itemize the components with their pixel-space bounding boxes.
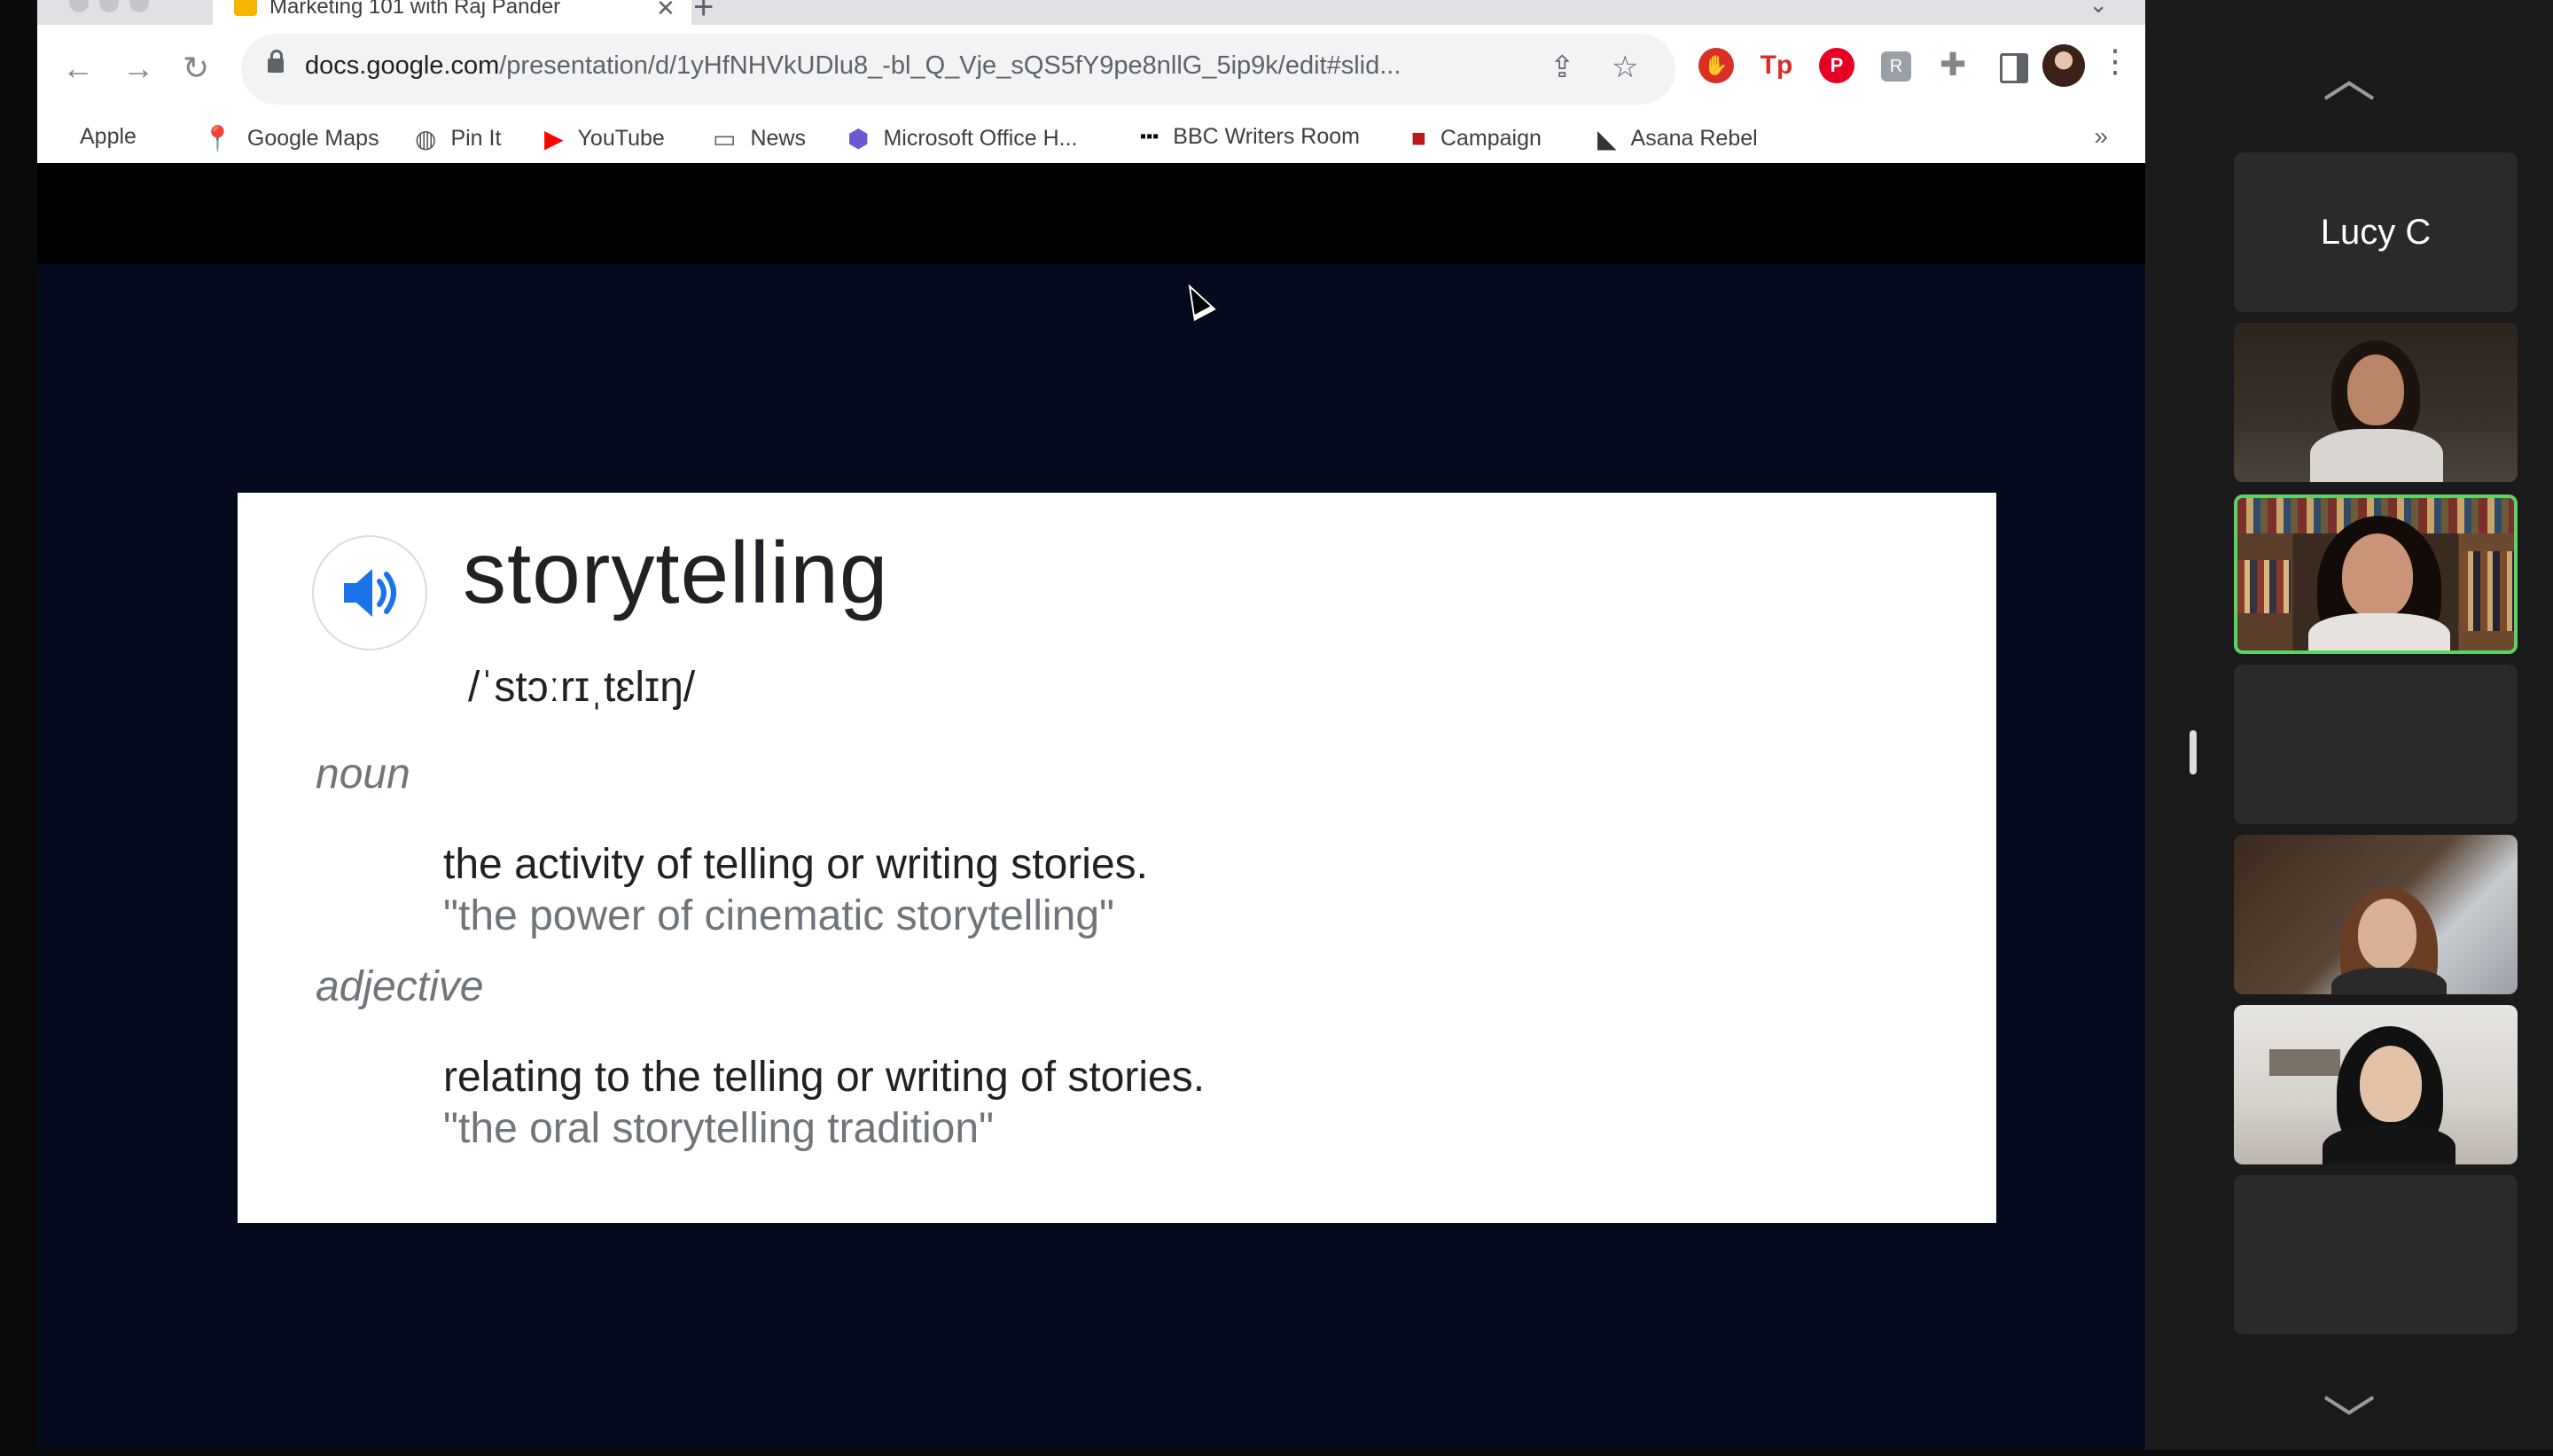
bookmark-label: Microsoft Office H... <box>883 126 1078 151</box>
window-minimize-dot[interactable] <box>99 0 119 12</box>
bookmark-label: YouTube <box>577 126 665 151</box>
bookmark-pin-it[interactable]: ◍ Pin It <box>415 124 501 153</box>
meeting-participants-panel: ︿ Lucy C ﹀ <box>2145 0 2553 1452</box>
bookmark-label: Pin It <box>450 126 502 151</box>
bookmark-label: Campaign <box>1440 125 1542 151</box>
definition-card: storytelling /ˈstɔːrɪˌtɛlɪŋ/ noun the ac… <box>238 493 1996 1223</box>
chevron-up-icon[interactable]: ︿ <box>2145 35 2553 113</box>
adblock-icon[interactable]: ✋ <box>1698 48 1734 83</box>
back-icon[interactable]: ← <box>62 50 94 87</box>
presentation-top-bar <box>37 163 2145 264</box>
share-icon[interactable]: ⇪ <box>1550 50 1575 85</box>
browser-window: Marketing 101 with Raj Pander ✕ + ⌄ ← → … <box>37 0 2145 1450</box>
adjective-definition: relating to the telling or writing of st… <box>443 1054 1206 1101</box>
bookmark-star-icon[interactable]: ☆ <box>1612 50 1638 85</box>
bookmarks-more-icon[interactable]: » <box>2094 122 2108 151</box>
bookmark-campaign[interactable]: ■ Campaign <box>1411 124 1542 152</box>
window-zoom-dot[interactable] <box>129 0 149 12</box>
close-icon[interactable]: ✕ <box>656 0 675 22</box>
maps-pin-icon: 📍 <box>202 125 233 152</box>
bbc-icon: ▪▪▪ <box>1140 127 1159 146</box>
bookmarks-bar: Apple 📍 Google Maps ◍ Pin It ▶ YouTube ▭ New… <box>37 113 2145 164</box>
url-path: /presentation/d/1yHfNHVkUDlu8_-bl_Q_Vje_… <box>499 51 1401 80</box>
bookmark-youtube[interactable]: ▶ YouTube <box>544 124 665 153</box>
scrollbar-handle[interactable] <box>2190 730 2197 775</box>
part-of-speech-noun: noun <box>316 751 410 798</box>
lock-icon <box>268 50 284 73</box>
office-icon: ⬢ <box>847 125 870 152</box>
participant-video <box>2237 498 2514 650</box>
bookmark-google-maps[interactable]: 📍 Google Maps <box>202 124 379 153</box>
phonetic-text: /ˈstɔːrɪˌtɛlɪŋ/ <box>468 664 696 711</box>
participant-name <box>2234 1175 2518 1335</box>
slides-icon <box>234 0 257 16</box>
asana-rebel-icon: ◣ <box>1597 125 1617 152</box>
noun-example: "the power of cinematic storytelling" <box>443 892 1115 939</box>
menu-kebab-icon[interactable]: ⋮ <box>2099 43 2131 80</box>
speaker-icon[interactable] <box>312 535 427 650</box>
extensions-puzzle-icon[interactable]: ✚ <box>1940 46 1966 83</box>
window-close-dot[interactable] <box>69 0 89 12</box>
part-of-speech-adjective: adjective <box>316 963 484 1010</box>
mouse-cursor-icon <box>1177 277 1216 322</box>
adjective-example: "the oral storytelling tradition" <box>443 1105 995 1152</box>
tp-icon[interactable]: Tp <box>1759 48 1794 83</box>
bookmark-label: Google Maps <box>246 126 379 151</box>
profile-avatar[interactable] <box>2042 44 2085 87</box>
chevron-down-icon[interactable]: ﹀ <box>2145 1379 2553 1456</box>
bookmark-label: Asana Rebel <box>1630 126 1758 151</box>
bookmark-bbc-writers-room[interactable]: ▪▪▪ BBC Writers Room <box>1140 124 1360 150</box>
bookmark-asana-rebel[interactable]: ◣ Asana Rebel <box>1597 124 1758 153</box>
participant-name <box>2234 665 2518 824</box>
bookmark-news[interactable]: ▭ News <box>713 124 806 153</box>
participant-tile[interactable] <box>2234 1175 2518 1335</box>
extension-icon[interactable]: R <box>1881 51 1911 82</box>
participant-video-tile-active[interactable] <box>2234 494 2518 654</box>
folder-icon: ▭ <box>713 125 737 152</box>
bookmark-apple[interactable]: Apple <box>66 124 137 150</box>
tab-strip: Marketing 101 with Raj Pander ✕ + ⌄ <box>37 0 2145 27</box>
reload-icon[interactable]: ↻ <box>183 50 209 87</box>
tab-title: Marketing 101 with Raj Pander <box>269 0 561 19</box>
campaign-icon: ■ <box>1411 124 1426 152</box>
youtube-icon: ▶ <box>544 125 564 152</box>
bookmark-label: Apple <box>80 124 137 149</box>
forward-icon[interactable]: → <box>122 50 154 87</box>
participant-video-tile[interactable] <box>2234 323 2518 482</box>
bookmark-label: News <box>750 126 806 151</box>
side-panel-icon[interactable] <box>2000 53 2028 83</box>
participant-video-tile[interactable] <box>2234 1005 2518 1164</box>
pinterest-icon[interactable]: P <box>1819 48 1854 83</box>
noun-definition: the activity of telling or writing stori… <box>443 841 1148 888</box>
tab-active[interactable]: Marketing 101 with Raj Pander ✕ <box>213 0 691 25</box>
url-host: docs.google.com <box>305 51 500 80</box>
participant-video-tile[interactable] <box>2234 835 2518 994</box>
dictionary-word: storytelling <box>463 524 889 621</box>
globe-icon: ◍ <box>415 125 437 152</box>
new-tab-icon[interactable]: + <box>693 0 714 27</box>
participant-video <box>2234 1005 2518 1164</box>
browser-toolbar: ← → ↻ docs.google.com/presentation/d/1yH… <box>37 25 2145 113</box>
slide-stage[interactable]: storytelling /ˈstɔːrɪˌtɛlɪŋ/ noun the ac… <box>37 264 2145 1450</box>
participant-video <box>2234 835 2518 994</box>
participant-name: Lucy C <box>2320 212 2432 252</box>
bookmark-microsoft-office[interactable]: ⬢ Microsoft Office H... <box>847 124 1077 153</box>
bookmark-label: BBC Writers Room <box>1173 124 1360 149</box>
url-text[interactable]: docs.google.com/presentation/d/1yHfNHVkU… <box>305 51 1401 81</box>
chevron-down-icon[interactable]: ⌄ <box>2088 0 2108 19</box>
address-bar[interactable]: docs.google.com/presentation/d/1yHfNHVkU… <box>241 34 1675 105</box>
participant-tile[interactable]: Lucy C <box>2234 152 2518 312</box>
participant-tile[interactable] <box>2234 665 2518 824</box>
participant-video <box>2234 323 2518 482</box>
